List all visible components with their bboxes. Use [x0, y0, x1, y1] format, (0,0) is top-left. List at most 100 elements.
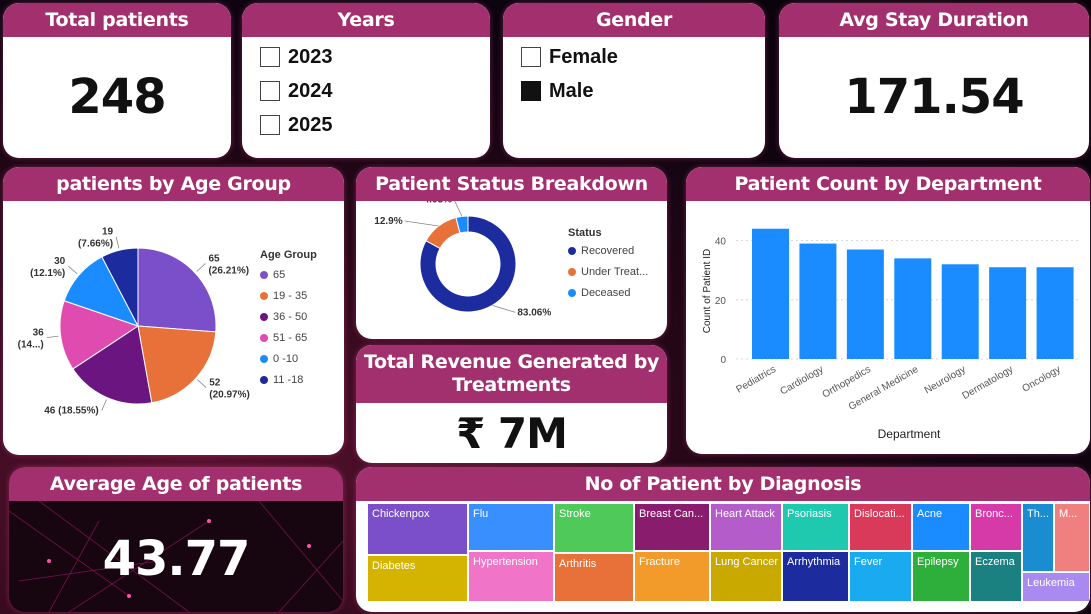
total-patients-value: 248 — [68, 69, 166, 125]
avg-age-card: Average Age of patients 43.77 — [9, 467, 343, 612]
legend-dot — [260, 270, 268, 279]
age-slice-value-label: 19 — [102, 227, 114, 238]
status-legend-title: Status — [568, 227, 602, 239]
bar-pediatrics[interactable] — [752, 228, 789, 359]
treemap-cell-acne[interactable]: Acne — [912, 503, 970, 551]
total-patients-title: Total patients — [3, 3, 231, 37]
legend-dot — [260, 312, 268, 321]
legend-item-age-0-10[interactable]: 0 -10 — [260, 348, 317, 369]
gender-slicer: Gender Female Male — [503, 3, 765, 158]
treemap-cell-stroke[interactable]: Stroke — [554, 503, 634, 553]
legend-label: 11 -18 — [273, 373, 304, 386]
treemap-cell-epilepsy[interactable]: Epilepsy — [912, 551, 970, 602]
year-2023-checkbox[interactable] — [260, 47, 280, 67]
x-tick-label: Pediatrics — [734, 364, 778, 395]
age-slice-leader-line — [115, 236, 120, 249]
status-slice-leader-line — [454, 201, 463, 217]
legend-dot — [260, 291, 268, 300]
age-group-legend: Age Group 65 19 - 35 36 - 50 51 - 65 0 -10 11… — [260, 249, 317, 390]
avg-stay-value: 171.54 — [844, 69, 1024, 125]
legend-item-status-under-treat[interactable]: Under Treat... — [568, 261, 648, 282]
treemap-cell-psoriasis[interactable]: Psoriasis — [782, 503, 849, 551]
legend-item-age-11-18[interactable]: 11 -18 — [260, 369, 317, 390]
age-slice-65[interactable] — [137, 247, 217, 333]
age-slice-value-label: 65 — [208, 253, 220, 264]
year-2024-checkbox[interactable] — [260, 81, 280, 101]
legend-item-age-51-65[interactable]: 51 - 65 — [260, 327, 317, 348]
age-slice-leader-line — [67, 265, 78, 275]
treemap-cell-dislocati[interactable]: Dislocati... — [849, 503, 912, 551]
legend-dot — [260, 354, 268, 363]
age-slice-pct-label: (20.97%) — [209, 390, 250, 401]
legend-label: Under Treat... — [581, 265, 649, 278]
female-label: Female — [549, 45, 618, 68]
treemap-cell-bronc[interactable]: Bronc... — [970, 503, 1022, 551]
treemap-cell-heart-attack[interactable]: Heart Attack — [710, 503, 782, 551]
legend-item-age-36-50[interactable]: 36 - 50 — [260, 306, 317, 327]
year-2024-label: 2024 — [288, 79, 333, 102]
age-slice-pct-label: (12.1%) — [30, 268, 65, 279]
treemap-cell-chickenpox[interactable]: Chickenpox — [367, 503, 468, 555]
legend-label: 0 -10 — [273, 352, 299, 365]
treemap-cell-th[interactable]: Th... — [1022, 503, 1054, 572]
legend-label: Deceased — [581, 286, 631, 299]
diagnosis-treemap-card: No of Patient by Diagnosis Chickenpox Dia… — [356, 467, 1090, 612]
legend-dot — [568, 246, 576, 255]
treemap-cell-diabetes[interactable]: Diabetes — [367, 555, 468, 602]
treemap-cell-breast-can[interactable]: Breast Can... — [634, 503, 710, 551]
treemap-cell-leukemia[interactable]: Leukemia — [1022, 572, 1090, 602]
year-2025-checkbox[interactable] — [260, 115, 280, 135]
female-checkbox[interactable] — [521, 47, 541, 67]
status-slice-label: 4.03% — [424, 201, 452, 205]
age-slice-pct-label: (7.66%) — [78, 239, 113, 250]
x-tick-label: Dermatology — [961, 364, 1016, 402]
years-title: Years — [242, 3, 490, 37]
patient-status-title: Patient Status Breakdown — [356, 167, 667, 201]
treemap-cell-fever[interactable]: Fever — [849, 551, 912, 602]
x-tick-label: Oncology — [1020, 364, 1062, 395]
department-bar-chart: 02040Pediatrics CardiologyOrthopedicsGene… — [702, 228, 1080, 441]
legend-label: 19 - 35 — [273, 289, 308, 302]
male-checkbox[interactable] — [521, 81, 541, 101]
bar-oncology[interactable] — [1036, 267, 1074, 359]
treemap-cell-eczema[interactable]: Eczema — [970, 551, 1022, 602]
bar-orthopedics[interactable] — [846, 249, 884, 359]
x-tick-label: Cardiology — [779, 364, 826, 397]
bar-cardiology[interactable] — [799, 243, 837, 359]
year-option-2025[interactable]: 2025 — [242, 108, 490, 142]
legend-item-age-65[interactable]: 65 — [260, 264, 317, 285]
treemap-cell-arrhythmia[interactable]: Arrhythmia — [782, 551, 849, 602]
legend-item-status-recovered[interactable]: Recovered — [568, 240, 648, 261]
treemap-cell-m[interactable]: M... — [1054, 503, 1090, 572]
gender-option-female[interactable]: Female — [503, 40, 765, 74]
age-group-legend-title: Age Group — [260, 249, 317, 261]
year-option-2024[interactable]: 2024 — [242, 74, 490, 108]
gender-title: Gender — [503, 3, 765, 37]
treemap-cell-fracture[interactable]: Fracture — [634, 551, 710, 602]
legend-dot — [260, 333, 268, 342]
year-2023-label: 2023 — [288, 45, 333, 68]
legend-item-status-deceased[interactable]: Deceased — [568, 282, 648, 303]
treemap-cell-arthritis[interactable]: Arthritis — [554, 553, 634, 602]
treemap-cell-lung-cancer[interactable]: Lung Cancer — [710, 551, 782, 602]
bar-general-medicine[interactable] — [894, 258, 932, 359]
bar-dermatology[interactable] — [989, 267, 1027, 359]
treemap-cell-flu[interactable]: Flu — [468, 503, 554, 551]
gender-option-male[interactable]: Male — [503, 74, 765, 108]
year-option-2023[interactable]: 2023 — [242, 40, 490, 74]
y-axis-label: Count of Patient ID — [702, 249, 713, 334]
status-slice-label: 12.9% — [374, 216, 402, 227]
y-tick-label: 0 — [720, 355, 726, 366]
status-slice-leader-line — [492, 304, 516, 313]
age-slice-value-label: 52 — [209, 378, 221, 389]
male-label: Male — [549, 79, 594, 102]
legend-item-age-19-35[interactable]: 19 - 35 — [260, 285, 317, 306]
status-slice-under-treat[interactable] — [425, 216, 461, 250]
patient-status-card: Patient Status Breakdown 83.06% 12.9% 4.03… — [356, 167, 667, 339]
revenue-value: ₹ 7M — [456, 409, 568, 458]
bar-neurology[interactable] — [941, 264, 979, 359]
legend-dot — [568, 288, 576, 297]
y-tick-label: 20 — [715, 296, 727, 307]
treemap-cell-hypertension[interactable]: Hypertension — [468, 551, 554, 602]
diagnosis-treemap: Chickenpox Diabetes Flu Hypertension Stroke A… — [367, 503, 1090, 602]
